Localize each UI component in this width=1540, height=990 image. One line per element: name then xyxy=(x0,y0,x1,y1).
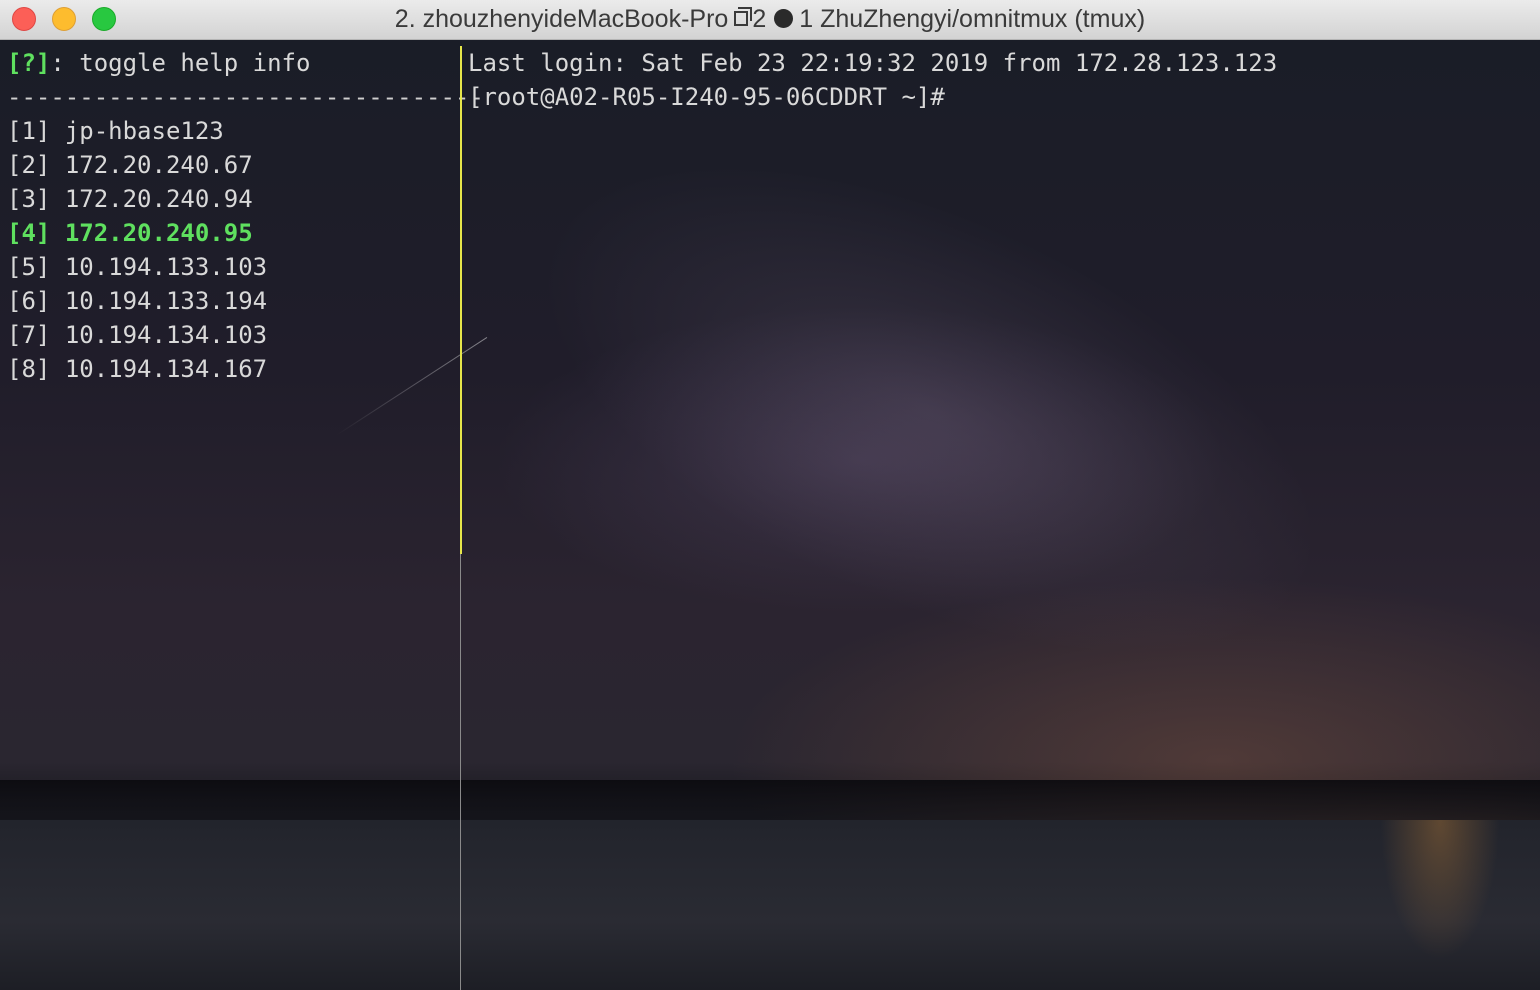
host-item-2[interactable]: [2] 172.20.240.67 xyxy=(7,148,253,182)
host-index: [7] xyxy=(7,321,51,349)
host-name: 10.194.134.167 xyxy=(64,355,268,383)
host-name: 172.20.240.94 xyxy=(64,185,253,213)
last-login-line: Last login: Sat Feb 23 22:19:32 2019 fro… xyxy=(468,49,1278,77)
help-key: [?] xyxy=(7,49,51,77)
window-title: 2. zhouzhenyideMacBook-Pro 2 1 ZhuZhengyi/… xyxy=(0,0,1540,40)
host-index: [1] xyxy=(7,117,51,145)
host-name: 10.194.133.103 xyxy=(64,253,268,281)
host-item-6[interactable]: [6] 10.194.133.194 xyxy=(7,284,267,318)
host-item-3[interactable]: [3] 172.20.240.94 xyxy=(7,182,253,216)
help-text: : toggle help info xyxy=(50,49,311,77)
shell-pane[interactable]: Last login: Sat Feb 23 22:19:32 2019 fro… xyxy=(468,40,1540,990)
host-name: 172.20.240.95 xyxy=(64,219,253,247)
host-list-divider: --------------------------------- xyxy=(7,83,484,111)
host-index: [5] xyxy=(7,253,51,281)
host-item-7[interactable]: [7] 10.194.134.103 xyxy=(7,318,267,352)
host-item-8[interactable]: [8] 10.194.134.167 xyxy=(7,352,267,386)
title-session: 1 ZhuZhengyi/omnitmux (tmux) xyxy=(799,5,1146,33)
help-line: [?]: toggle help info xyxy=(7,46,310,80)
host-list-pane[interactable]: [?]: toggle help info ------------------… xyxy=(0,40,484,990)
host-item-5[interactable]: [5] 10.194.133.103 xyxy=(7,250,267,284)
shell-prompt[interactable]: [root@A02-R05-I240-95-06CDDRT ~]# xyxy=(468,80,945,114)
title-prefix: 2. zhouzhenyideMacBook-Pro xyxy=(394,5,729,33)
host-name: 10.194.134.103 xyxy=(64,321,268,349)
activity-dot-icon xyxy=(774,8,794,28)
host-index: [8] xyxy=(7,355,51,383)
host-index: [2] xyxy=(7,151,51,179)
window-titlebar[interactable]: 2. zhouzhenyideMacBook-Pro 2 1 ZhuZhengyi/… xyxy=(0,0,1540,40)
host-name: 172.20.240.67 xyxy=(64,151,253,179)
host-index: [4] xyxy=(7,219,51,247)
host-name: 10.194.133.194 xyxy=(64,287,268,315)
host-index: [3] xyxy=(7,185,51,213)
pane-split[interactable] xyxy=(460,554,461,990)
host-item-1[interactable]: [1] jp-hbase123 xyxy=(7,114,224,148)
pane-split-active[interactable] xyxy=(460,46,462,554)
window-count-icon xyxy=(734,6,753,26)
host-index: [6] xyxy=(7,287,51,315)
terminal-area[interactable]: [?]: toggle help info ------------------… xyxy=(0,40,1540,990)
title-window-count: 2 xyxy=(752,5,767,33)
host-name: jp-hbase123 xyxy=(64,117,224,145)
host-item-4-selected[interactable]: [4] 172.20.240.95 xyxy=(7,216,253,250)
